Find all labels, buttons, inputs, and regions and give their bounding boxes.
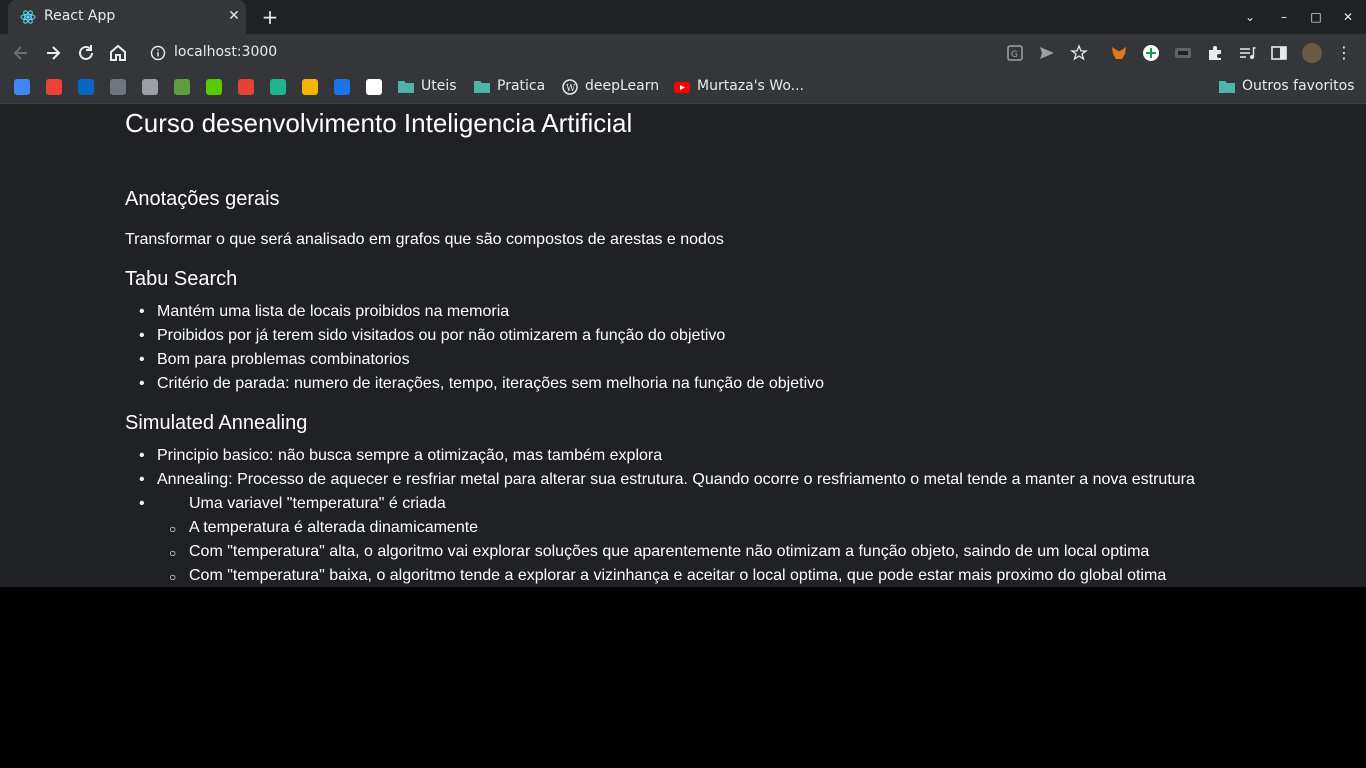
- tab-search-icon[interactable]: ⌄: [1240, 7, 1260, 27]
- extensions-puzzle-icon[interactable]: [1206, 44, 1224, 62]
- github-icon[interactable]: [110, 79, 126, 95]
- tabu-list: Mantém uma lista de locais proibidos na …: [125, 301, 824, 397]
- reload-icon[interactable]: [75, 42, 97, 64]
- new-tab-button[interactable]: +: [258, 5, 282, 29]
- app-colorful-icon[interactable]: [302, 79, 318, 95]
- list-item: Proibidos por já terem sido visitados ou…: [125, 325, 824, 349]
- svg-text:G: G: [1011, 50, 1018, 60]
- address-bar[interactable]: localhost:3000: [140, 38, 1000, 68]
- close-tab-icon[interactable]: ✕: [224, 6, 244, 26]
- minimize-icon[interactable]: –: [1274, 7, 1294, 27]
- translate-icon[interactable]: G: [1006, 44, 1024, 62]
- list-item: Mantém uma lista de locais proibidos na …: [125, 301, 824, 325]
- sub-list-item: Com "temperatura" baixa, o algoritmo ten…: [125, 565, 1195, 587]
- svg-text:W: W: [566, 84, 576, 94]
- more-menu-icon[interactable]: ⋮: [1336, 42, 1352, 64]
- close-window-icon[interactable]: ✕: [1338, 7, 1358, 27]
- url-text: localhost:3000: [174, 44, 278, 60]
- media-control-icon[interactable]: [1238, 44, 1256, 62]
- tab-title: React App: [44, 8, 116, 24]
- eye-icon[interactable]: [366, 79, 382, 95]
- section-heading: Tabu Search: [125, 268, 238, 290]
- bookmark-label[interactable]: Pratica: [497, 78, 545, 94]
- bookmark-label[interactable]: deepLearn: [585, 78, 659, 94]
- folder-icon[interactable]: [398, 80, 414, 93]
- section-paragraph: Transformar o que será analisado em graf…: [125, 231, 724, 248]
- figure-icon[interactable]: [174, 79, 190, 95]
- star-icon[interactable]: [1070, 44, 1088, 62]
- annealing-list: Principio basico: não busca sempre a oti…: [125, 445, 1195, 587]
- other-bookmarks[interactable]: Outros favoritos: [1242, 78, 1355, 94]
- duolingo-icon[interactable]: [206, 79, 222, 95]
- list-item: Annealing: Processo de aquecer e resfria…: [125, 469, 1195, 493]
- home-icon[interactable]: [107, 42, 129, 64]
- browser-toolbar: localhost:3000 G ⋮: [0, 34, 1366, 72]
- sub-list-item: Com "temperatura" alta, o algoritmo vai …: [125, 541, 1195, 565]
- back-icon[interactable]: [10, 42, 32, 64]
- add-extension-icon[interactable]: [1142, 44, 1160, 62]
- gmail-icon[interactable]: [46, 79, 62, 95]
- list-item: Principio basico: não busca sempre a oti…: [125, 445, 1195, 469]
- wordpress-icon[interactable]: W: [562, 79, 578, 95]
- send-icon[interactable]: [1038, 44, 1056, 62]
- linkedin-icon[interactable]: [78, 79, 94, 95]
- list-item: Bom para problemas combinatorios: [125, 349, 824, 373]
- bookmarks-bar: Uteis Pratica WdeepLearn Murtaza's Wo... Ou…: [0, 72, 1366, 104]
- list-item: Critério de parada: numero de iterações,…: [125, 373, 824, 397]
- tab-strip: React App ✕ + ⌄ – □ ✕: [0, 0, 1366, 34]
- maximize-icon[interactable]: □: [1306, 7, 1326, 27]
- section-heading: Anotações gerais: [125, 188, 280, 210]
- tab-react-app[interactable]: React App ✕: [8, 0, 246, 34]
- bookmark-label[interactable]: Uteis: [421, 78, 457, 94]
- metamask-icon[interactable]: [1110, 44, 1128, 62]
- forward-icon[interactable]: [42, 42, 64, 64]
- sub-list-item: A temperatura é alterada dinamicamente: [125, 517, 1195, 541]
- folder-icon[interactable]: [474, 80, 490, 93]
- youtube-icon[interactable]: [674, 79, 690, 95]
- app-blue-icon[interactable]: [334, 79, 350, 95]
- page-viewport: Curso desenvolvimento Inteligencia Artif…: [0, 104, 1366, 587]
- list-item: Uma variavel "temperatura" é criada: [125, 493, 1195, 517]
- section-heading: Simulated Annealing: [125, 412, 308, 434]
- todoist-icon[interactable]: [238, 79, 254, 95]
- bookmark-label[interactable]: Murtaza's Wo...: [697, 78, 804, 94]
- react-icon: [20, 10, 36, 24]
- page-title: Curso desenvolvimento Inteligencia Artif…: [125, 108, 633, 138]
- app-icon[interactable]: [142, 79, 158, 95]
- info-icon[interactable]: [150, 45, 166, 61]
- side-panel-icon[interactable]: [1270, 44, 1288, 62]
- profile-avatar[interactable]: [1302, 43, 1322, 63]
- app-green-icon[interactable]: [270, 79, 286, 95]
- calendar-icon[interactable]: [14, 79, 30, 95]
- folder-icon: [1219, 81, 1235, 93]
- extension-dark-icon[interactable]: [1174, 44, 1192, 62]
